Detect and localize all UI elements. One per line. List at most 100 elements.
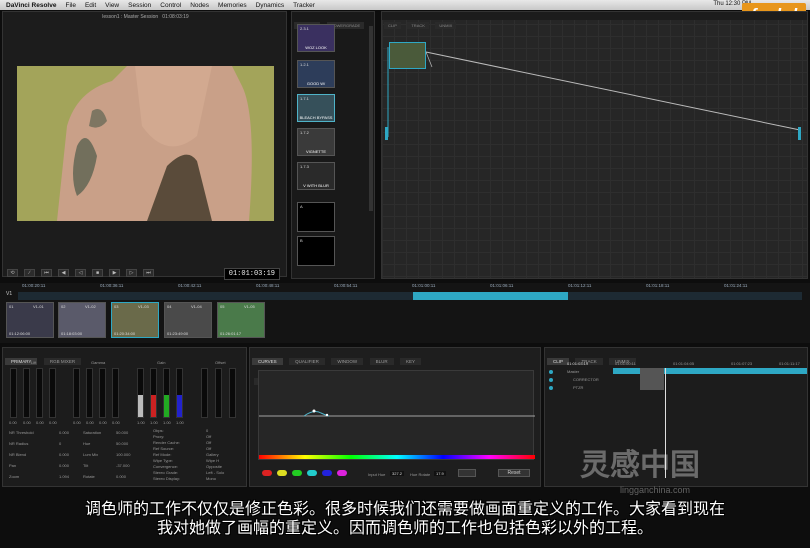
hue-swatches — [262, 470, 347, 476]
gain-blue-slider[interactable] — [176, 368, 183, 418]
step-back-icon[interactable]: ◀ — [58, 269, 69, 277]
param-label: Hue — [83, 441, 91, 446]
param-value[interactable]: 0 — [59, 441, 61, 446]
step-forward-icon[interactable]: ▷ — [126, 269, 137, 277]
red-swatch[interactable] — [262, 470, 272, 476]
timeline-clip-highlight[interactable] — [413, 292, 568, 300]
curve-type-button[interactable] — [458, 469, 476, 477]
gallery-still[interactable]: 1.7.2 VIGNETTE — [297, 128, 335, 156]
source-input-icon[interactable] — [385, 127, 388, 140]
keyframe-ruler-label: 01:01:11:17 — [779, 361, 800, 366]
param-value[interactable]: 1.094 — [59, 474, 69, 479]
lift-red-slider[interactable] — [23, 368, 30, 418]
app-menu[interactable]: DaVinci Resolve — [6, 2, 56, 9]
lift-blue-slider[interactable] — [49, 368, 56, 418]
video-track[interactable] — [18, 292, 802, 300]
node-graph-panel[interactable]: CLIP TRACK UNMIX — [381, 11, 808, 279]
tab-curves[interactable]: CURVES — [252, 358, 283, 365]
tab-qualifier[interactable]: QUALIFIER — [289, 358, 325, 365]
menu-view[interactable]: View — [105, 2, 119, 9]
green-swatch[interactable] — [292, 470, 302, 476]
menu-tracker[interactable]: Tracker — [293, 2, 315, 9]
param-label: NR Threshold — [9, 430, 34, 435]
offset-master-slider[interactable] — [201, 368, 208, 418]
gamma-green-slider[interactable] — [99, 368, 106, 418]
corrector-node[interactable] — [389, 42, 426, 69]
gain-red-slider[interactable] — [150, 368, 157, 418]
param-label: Rotate — [83, 474, 95, 479]
tab-rgb-mixer[interactable]: RGB MIXER — [43, 358, 82, 365]
memory-slot-a[interactable]: A — [297, 202, 335, 232]
lift-master-slider[interactable] — [10, 368, 17, 418]
cyan-swatch[interactable] — [307, 470, 317, 476]
param-value[interactable]: 0.000 — [59, 463, 69, 468]
curves-panel: CURVES QUALIFIER WINDOW BLUR KEY CUSTOM … — [249, 347, 541, 487]
play-icon[interactable]: ▶ — [109, 269, 120, 277]
stop-icon[interactable]: ■ — [92, 269, 103, 277]
curve-editor[interactable] — [258, 370, 535, 460]
play-reverse-icon[interactable]: ◁ — [75, 269, 86, 277]
enable-icon[interactable] — [549, 378, 553, 382]
gain-master-slider[interactable] — [137, 368, 144, 418]
param-value[interactable]: 0.000 — [116, 474, 126, 479]
menu-nodes[interactable]: Nodes — [190, 2, 209, 9]
magenta-swatch[interactable] — [337, 470, 347, 476]
menu-file[interactable]: File — [65, 2, 75, 9]
tab-key[interactable]: KEY — [400, 358, 422, 365]
hue-rotate-value[interactable]: 17.9 — [434, 471, 446, 476]
loop-icon[interactable]: ⟲ — [7, 269, 18, 277]
gamma-red-slider[interactable] — [86, 368, 93, 418]
offset-red-slider[interactable] — [215, 368, 222, 418]
input-hue-value[interactable]: 327.2 — [390, 471, 405, 476]
param-value[interactable]: 50.000 — [116, 430, 128, 435]
param-label: NR Radius — [9, 441, 29, 446]
reset-button[interactable]: Reset — [498, 469, 530, 477]
viewer-title: lesson1 : Master Session 01:08:03:19 — [102, 14, 189, 20]
param-value[interactable]: 100.000 — [116, 452, 130, 457]
menu-dynamics[interactable]: Dynamics — [256, 2, 285, 9]
menu-memories[interactable]: Memories — [218, 2, 247, 9]
gallery-scrollbar[interactable] — [369, 26, 373, 211]
menu-session[interactable]: Session — [128, 2, 151, 9]
gain-green-slider[interactable] — [163, 368, 170, 418]
param-value[interactable]: 50.000 — [116, 441, 128, 446]
offset-green-slider[interactable] — [229, 368, 236, 418]
param-value[interactable]: 0.000 — [59, 430, 69, 435]
timeline-clip[interactable]: 02 V1-02 01:18:03:00 — [58, 302, 106, 338]
tab-blur[interactable]: BLUR — [369, 358, 394, 365]
gallery-still[interactable]: 2.3.1 WOZ LOOK — [297, 24, 335, 52]
lift-label: Lift — [31, 360, 37, 365]
param-value[interactable]: 0.000 — [59, 452, 69, 457]
timeline-clip[interactable]: 03 V1-03 01:20:34:00 — [111, 302, 159, 338]
info-value: Off — [206, 434, 212, 439]
gallery-still[interactable]: 1.2.1 GOOD W/ — [297, 60, 335, 88]
gallery-still[interactable]: 1.7.1 BLEACH BYPASS — [297, 94, 335, 122]
enable-icon[interactable] — [549, 370, 553, 374]
keyframe-block[interactable] — [640, 368, 664, 390]
param-label: NR Blend — [9, 452, 27, 457]
output-icon[interactable] — [798, 127, 801, 140]
gamma-master-slider[interactable] — [73, 368, 80, 418]
skip-back-icon[interactable]: ⏮ — [41, 269, 52, 277]
gallery-still[interactable]: 1.7.3 V WITH BLUR — [297, 162, 335, 190]
skip-forward-icon[interactable]: ⏭ — [143, 269, 154, 277]
memory-slot-b[interactable]: B — [297, 236, 335, 266]
menu-edit[interactable]: Edit — [85, 2, 96, 9]
timeline-clip[interactable]: 04 V1-04 01:23:49:00 — [164, 302, 212, 338]
yellow-swatch[interactable] — [277, 470, 287, 476]
menu-control[interactable]: Control — [160, 2, 181, 9]
timeline-clip[interactable]: 01 V1-01 01:12:06:00 — [6, 302, 54, 338]
tab-window[interactable]: WINDOW — [331, 358, 364, 365]
blue-swatch[interactable] — [322, 470, 332, 476]
enable-icon[interactable] — [549, 386, 553, 390]
gamma-blue-slider[interactable] — [112, 368, 119, 418]
timeline-panel: 01:00:20:11 01:00:36:11 01:00:42:11 01:0… — [0, 283, 810, 343]
viewer-image[interactable] — [17, 66, 274, 221]
param-value[interactable]: -37.000 — [116, 463, 130, 468]
tab-kf-clip[interactable]: CLIP — [547, 358, 570, 365]
lift-green-slider[interactable] — [36, 368, 43, 418]
kf-row-label: CORRECTOR — [573, 377, 599, 382]
timeline-clip[interactable]: 05 V1-05 01:26:01:17 — [217, 302, 265, 338]
wipe-icon[interactable]: ∕ — [24, 269, 35, 277]
timeline-ruler[interactable]: 01:00:20:11 01:00:36:11 01:00:42:11 01:0… — [0, 283, 810, 291]
